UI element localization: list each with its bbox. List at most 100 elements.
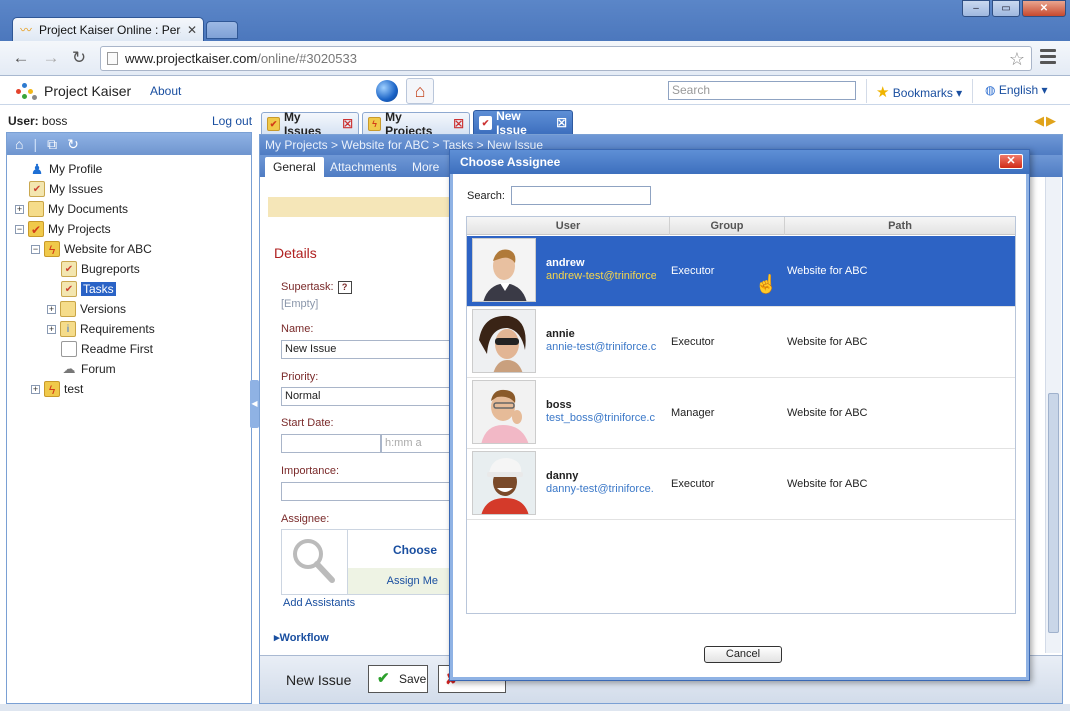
table-row[interactable]: andrew andrew-test@triniforce Executor W… <box>467 236 1015 307</box>
dialog-cancel-button[interactable]: Cancel <box>704 646 782 663</box>
address-bar[interactable]: www.projectkaiser.com/online/#3020533 ☆ <box>100 46 1032 71</box>
dialog-close-button[interactable]: ✕ <box>999 154 1023 169</box>
user-email: test_boss@triniforce.c <box>546 412 655 424</box>
tree-item-website-for-abc[interactable]: − ϟ Website for ABC <box>31 239 152 259</box>
close-window-button[interactable]: ✕ <box>1022 0 1066 17</box>
name-label: Name: <box>281 323 314 335</box>
tree-item-forum[interactable]: ☁ Forum <box>61 359 116 379</box>
url-path: /online/#3020533 <box>257 51 357 66</box>
tree-item-my-projects[interactable]: − ✔ My Projects <box>15 219 111 239</box>
new-tab-button[interactable] <box>206 21 238 39</box>
panel-splitter[interactable]: ◀ <box>250 380 259 428</box>
bookmark-star-icon[interactable]: ☆ <box>1009 48 1025 71</box>
maximize-button[interactable]: ▭ <box>992 0 1020 17</box>
help-icon[interactable]: ? <box>337 281 352 294</box>
tree-item-my-documents[interactable]: + My Documents <box>15 199 128 219</box>
language-menu[interactable]: ◍ English ▾ <box>985 83 1048 97</box>
home-nav-icon[interactable]: ⌂ <box>15 136 23 152</box>
table-row[interactable]: boss test_boss@triniforce.c Manager Webs… <box>467 378 1015 449</box>
tree-item-test[interactable]: + ϟ test <box>31 379 83 399</box>
collapse-icon[interactable]: − <box>31 244 40 254</box>
user-name: boss <box>546 399 572 411</box>
dialog-search-input[interactable] <box>511 186 651 205</box>
browser-tabstrip: 〰 Project Kaiser Online : Persona ✕ – ▭ … <box>0 0 1070 41</box>
supertask-value[interactable]: [Empty] <box>281 298 318 310</box>
issues-icon: ✔ <box>267 116 280 131</box>
workflow-label: Workflow <box>279 632 329 644</box>
expand-icon[interactable]: + <box>31 384 40 394</box>
tab-my-issues[interactable]: ✔ My Issues ☒ <box>261 110 359 138</box>
close-tab-icon[interactable]: ☒ <box>342 117 353 131</box>
tab-my-projects[interactable]: ϟ My Projects ☒ <box>362 110 470 138</box>
column-header-group[interactable]: Group <box>670 217 785 235</box>
project-icon: ϟ <box>44 381 60 397</box>
globe-icon[interactable] <box>376 80 398 102</box>
choose-assignee-link[interactable]: Choose <box>393 543 437 557</box>
column-header-user[interactable]: User <box>467 217 670 235</box>
tree-item-requirements[interactable]: + i Requirements <box>47 319 155 339</box>
save-button[interactable]: ✔ Save <box>368 665 428 693</box>
user-group: Executor <box>671 336 715 348</box>
start-date-label: Start Date: <box>281 417 334 429</box>
collapse-icon[interactable]: − <box>15 224 24 234</box>
workflow-toggle[interactable]: ▸Workflow <box>274 631 329 644</box>
expand-icon[interactable]: + <box>47 324 56 334</box>
tab-new-issue[interactable]: ✔ New Issue ☒ <box>473 109 573 137</box>
logo[interactable]: Project Kaiser <box>14 81 131 101</box>
close-tab-icon[interactable]: ☒ <box>556 116 567 130</box>
subtab-attachments[interactable]: Attachments <box>322 157 405 177</box>
tree-item-my-profile[interactable]: ♟ My Profile <box>29 159 103 179</box>
tree-item-readme-first[interactable]: Readme First <box>61 339 153 359</box>
tree-item-tasks[interactable]: ✔ Tasks <box>61 279 116 299</box>
tree-item-my-issues[interactable]: ✔ My Issues <box>29 179 103 199</box>
subtab-more[interactable]: More <box>404 157 447 177</box>
projects-icon: ϟ <box>368 116 382 131</box>
tree-item-label: My Issues <box>49 182 104 196</box>
table-row[interactable]: annie annie-test@triniforce.c Executor W… <box>467 307 1015 378</box>
browser-menu-icon[interactable] <box>1040 49 1056 67</box>
tree-item-label: My Documents <box>48 202 129 216</box>
refresh-icon[interactable]: ↻ <box>67 136 79 153</box>
home-icon[interactable]: ⌂ <box>406 78 434 104</box>
tree-item-versions[interactable]: + Versions <box>47 299 126 319</box>
subtab-general[interactable]: General <box>265 157 324 177</box>
column-header-path[interactable]: Path <box>785 217 1015 235</box>
table-row[interactable]: danny danny-test@triniforce. Executor We… <box>467 449 1015 520</box>
tree-item-bugreports[interactable]: ✔ Bugreports <box>61 259 140 279</box>
close-tab-icon[interactable]: ☒ <box>453 117 464 131</box>
user-email: danny-test@triniforce. <box>546 483 654 495</box>
assign-me-link[interactable]: Assign Me <box>348 568 450 594</box>
about-link[interactable]: About <box>150 84 181 98</box>
tree-item-label: Versions <box>80 302 127 316</box>
logo-text: Project Kaiser <box>44 83 132 99</box>
logout-link[interactable]: Log out <box>212 114 252 128</box>
priority-select[interactable]: Normal <box>281 387 451 406</box>
browser-tab-title: Project Kaiser Online : Persona <box>39 22 181 37</box>
collapse-all-icon[interactable]: ⧉ <box>47 136 57 153</box>
scrollbar-thumb[interactable] <box>1048 393 1059 633</box>
scroll-left-icon[interactable]: ◀ <box>1034 113 1044 129</box>
reload-icon[interactable]: ↻ <box>68 48 90 68</box>
priority-label: Priority: <box>281 371 319 383</box>
browser-tab[interactable]: 〰 Project Kaiser Online : Persona ✕ <box>12 17 204 41</box>
user-path: Website for ABC <box>787 265 868 277</box>
expand-icon[interactable]: + <box>47 304 56 314</box>
bookmarks-menu[interactable]: ★ Bookmarks ▾ <box>876 83 962 101</box>
forward-arrow-icon[interactable]: → <box>40 48 62 68</box>
form-scrollbar[interactable] <box>1045 177 1061 653</box>
importance-field[interactable] <box>281 482 451 501</box>
tree-item-label: Website for ABC <box>64 242 152 256</box>
add-assistants-link[interactable]: Add Assistants <box>283 597 355 609</box>
back-arrow-icon[interactable]: ← <box>10 48 32 68</box>
close-tab-icon[interactable]: ✕ <box>187 23 197 37</box>
start-date-field[interactable] <box>281 434 381 453</box>
name-field[interactable]: New Issue <box>281 340 451 359</box>
search-input[interactable]: Search <box>668 81 856 100</box>
dialog-titlebar[interactable]: Choose Assignee ✕ <box>450 150 1029 174</box>
scroll-right-icon[interactable]: ▶ <box>1046 113 1056 129</box>
start-time-field[interactable]: h:mm a <box>381 434 451 453</box>
expand-icon[interactable]: + <box>15 204 24 214</box>
window-controls: – ▭ ✕ <box>962 0 1066 17</box>
tab-scroll-arrows: ◀ ▶ <box>1034 113 1056 129</box>
minimize-button[interactable]: – <box>962 0 990 17</box>
